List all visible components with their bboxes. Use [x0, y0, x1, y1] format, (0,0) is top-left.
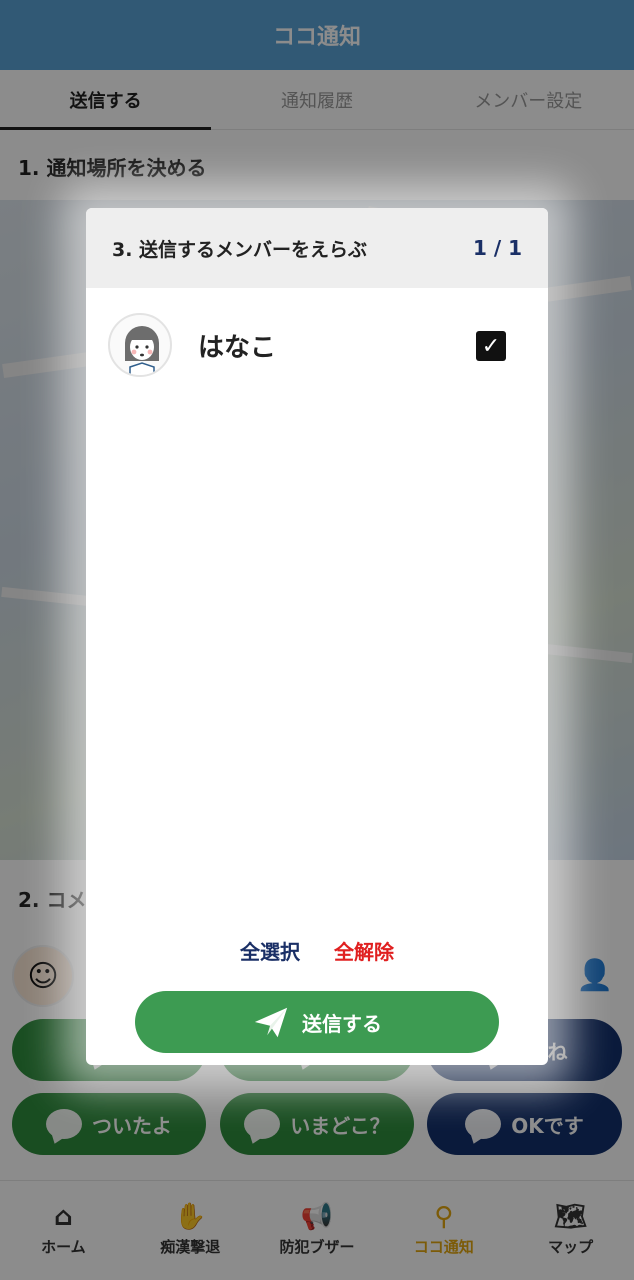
member-avatar	[108, 313, 172, 377]
member-row[interactable]: はなこ ✓	[108, 313, 528, 377]
deselect-all-link[interactable]: 全解除	[334, 936, 394, 965]
send-button[interactable]: 送信する	[135, 991, 499, 1053]
member-select-modal: 3. 送信するメンバーをえらぶ 1 / 1 はなこ ✓ 全選択 全解除 送信する	[86, 208, 548, 1065]
member-name: はなこ	[198, 332, 277, 363]
select-links: 全選択 全解除	[86, 936, 548, 965]
modal-header: 3. 送信するメンバーをえらぶ 1 / 1	[86, 208, 548, 288]
modal-title: 3. 送信するメンバーをえらぶ	[112, 238, 368, 261]
page-indicator: 1 / 1	[472, 236, 522, 260]
select-all-link[interactable]: 全選択	[240, 936, 300, 965]
paper-plane-icon	[254, 1007, 288, 1038]
member-checkbox[interactable]: ✓	[476, 331, 506, 361]
send-button-label: 送信する	[302, 1011, 382, 1036]
